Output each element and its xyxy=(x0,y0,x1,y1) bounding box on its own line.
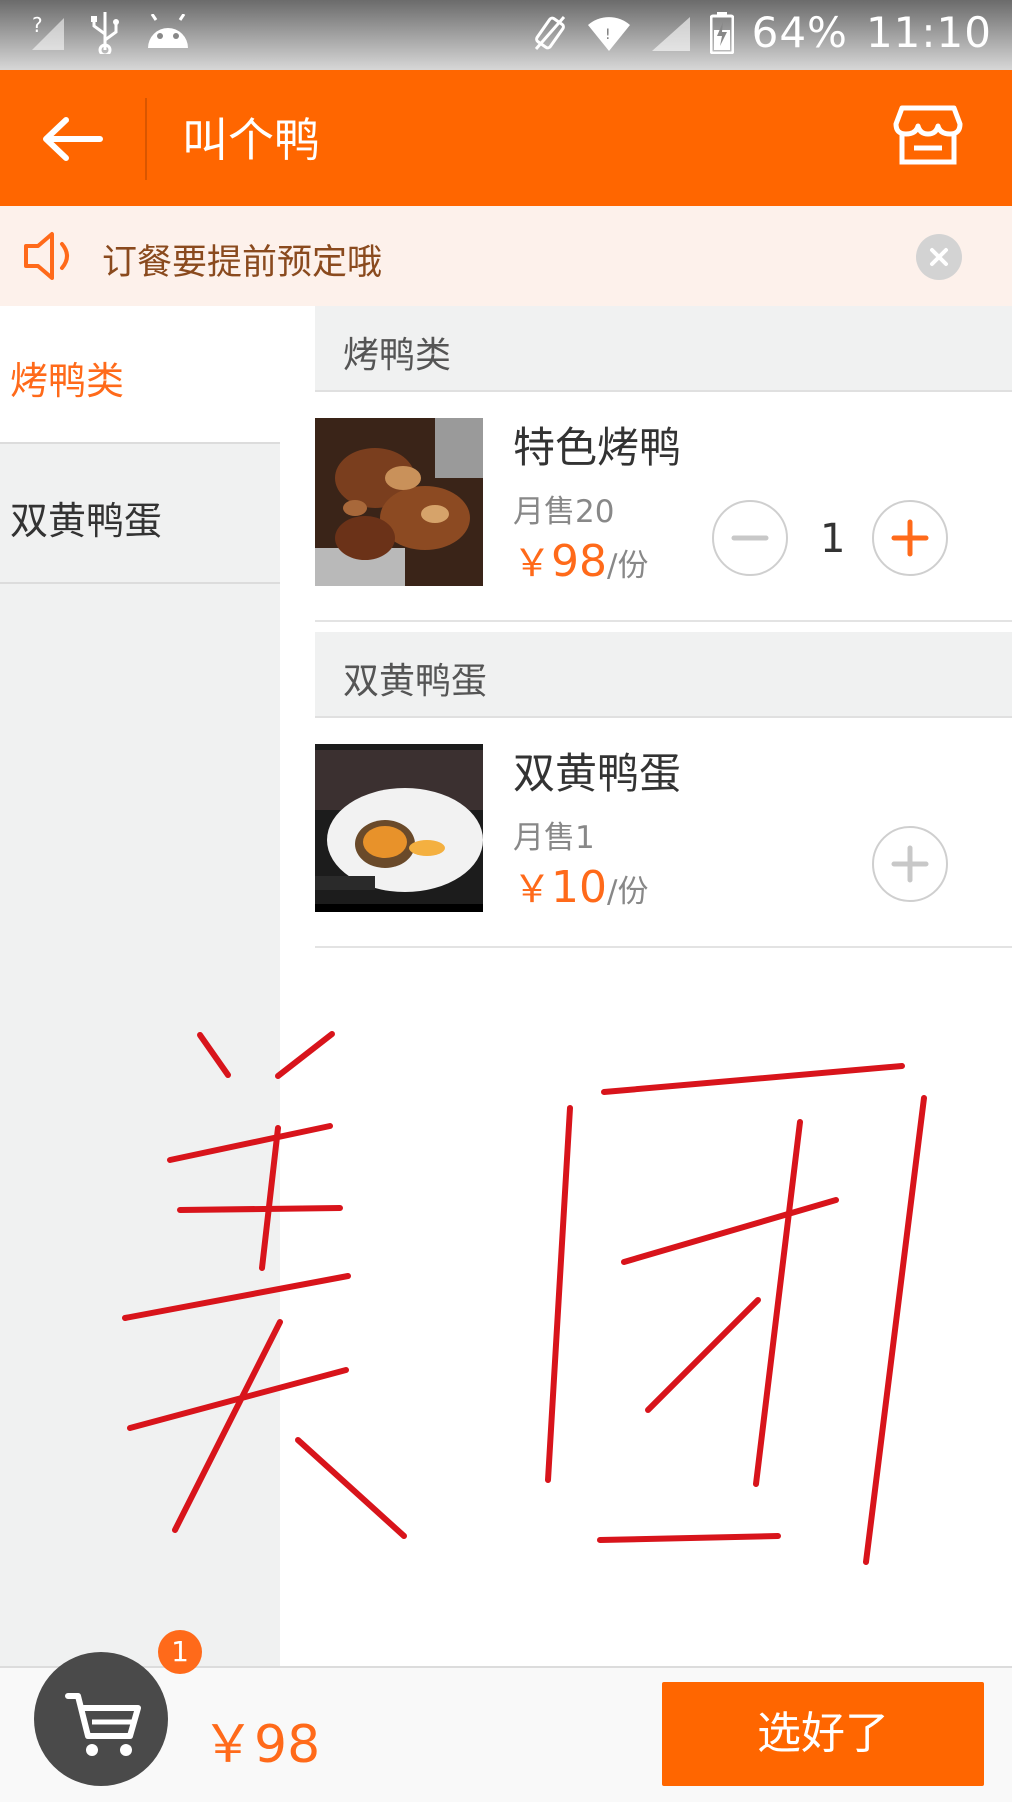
price-amount: 98 xyxy=(551,536,608,587)
app-bar: 叫个鸭 xyxy=(0,70,1012,206)
cart-total: ￥98 xyxy=(202,1715,321,1775)
sidebar-item-duck-eggs[interactable]: 双黄鸭蛋 xyxy=(0,446,280,584)
sidebar-item-label: 烤鸭类 xyxy=(10,359,125,403)
close-notice-button[interactable] xyxy=(916,234,962,280)
currency-symbol: ￥ xyxy=(513,867,552,911)
notice-bar: 订餐要提前预定哦 xyxy=(0,206,1012,306)
notice-text: 订餐要提前预定哦 xyxy=(102,243,383,283)
monthly-sales: 月售1 xyxy=(513,820,595,856)
dish-name: 特色烤鸭 xyxy=(513,423,682,472)
plus-icon xyxy=(891,845,929,883)
dish-price: ￥10/份 xyxy=(513,858,648,913)
plus-icon xyxy=(891,519,929,557)
price-unit: /份 xyxy=(607,874,649,910)
sidebar-item-label: 双黄鸭蛋 xyxy=(10,499,163,543)
section-header: 烤鸭类 xyxy=(315,306,1012,392)
section-header: 双黄鸭蛋 xyxy=(315,632,1012,718)
cart-button[interactable]: 1 xyxy=(34,1630,202,1786)
section-title: 双黄鸭蛋 xyxy=(343,661,488,702)
price-amount: 10 xyxy=(551,862,608,913)
decrease-quantity-button[interactable] xyxy=(712,500,788,576)
svg-text:?: ? xyxy=(32,13,43,37)
close-icon xyxy=(930,248,948,266)
back-arrow-icon xyxy=(43,117,103,161)
cell-signal-icon xyxy=(650,13,692,53)
speaker-icon xyxy=(24,232,69,280)
category-sidebar: 烤鸭类 双黄鸭蛋 xyxy=(0,306,280,1666)
add-to-cart-button[interactable] xyxy=(872,826,948,902)
cart-count-badge: 1 xyxy=(158,1630,202,1674)
minus-icon xyxy=(731,535,769,541)
page-title: 叫个鸭 xyxy=(182,113,320,167)
dish-divider xyxy=(315,946,1012,948)
shopping-cart-icon xyxy=(65,1693,141,1756)
dish-item[interactable]: 双黄鸭蛋 月售1 ￥10/份 xyxy=(315,718,1012,948)
sidebar-item-roast-duck[interactable]: 烤鸭类 xyxy=(0,306,280,444)
wifi-icon: ! xyxy=(586,13,632,53)
clock: 11:10 xyxy=(865,8,992,57)
duck-egg-photo xyxy=(315,744,483,912)
store-button[interactable] xyxy=(892,104,964,168)
currency-symbol: ￥ xyxy=(513,541,552,585)
android-debug-icon xyxy=(144,14,192,50)
sidebar-divider xyxy=(0,442,280,444)
sidebar-divider xyxy=(0,582,280,584)
dish-price: ￥98/份 xyxy=(513,532,648,587)
section-title: 烤鸭类 xyxy=(343,335,452,376)
price-unit: /份 xyxy=(607,548,649,584)
back-button[interactable] xyxy=(38,108,108,170)
roast-duck-photo xyxy=(315,418,483,586)
battery-charging-icon xyxy=(709,11,734,54)
dish-item[interactable]: 特色烤鸭 月售20 ￥98/份 1 xyxy=(315,392,1012,622)
checkout-bar: 1 ￥98 选好了 xyxy=(0,1630,1012,1802)
battery-percent: 64% xyxy=(751,8,848,57)
increase-quantity-button[interactable] xyxy=(872,500,948,576)
store-icon xyxy=(893,105,963,165)
status-bar: ? ! 64% 11:10 xyxy=(0,0,1012,70)
svg-text:!: ! xyxy=(605,27,611,43)
vibrate-icon xyxy=(532,13,568,53)
dish-name: 双黄鸭蛋 xyxy=(513,749,682,798)
quantity-value: 1 xyxy=(820,516,846,562)
no-signal-icon: ? xyxy=(30,12,66,52)
app-bar-divider xyxy=(145,98,147,180)
dish-divider xyxy=(315,620,1012,622)
checkout-button[interactable]: 选好了 xyxy=(662,1682,984,1786)
monthly-sales: 月售20 xyxy=(513,494,615,530)
usb-icon xyxy=(88,10,122,54)
